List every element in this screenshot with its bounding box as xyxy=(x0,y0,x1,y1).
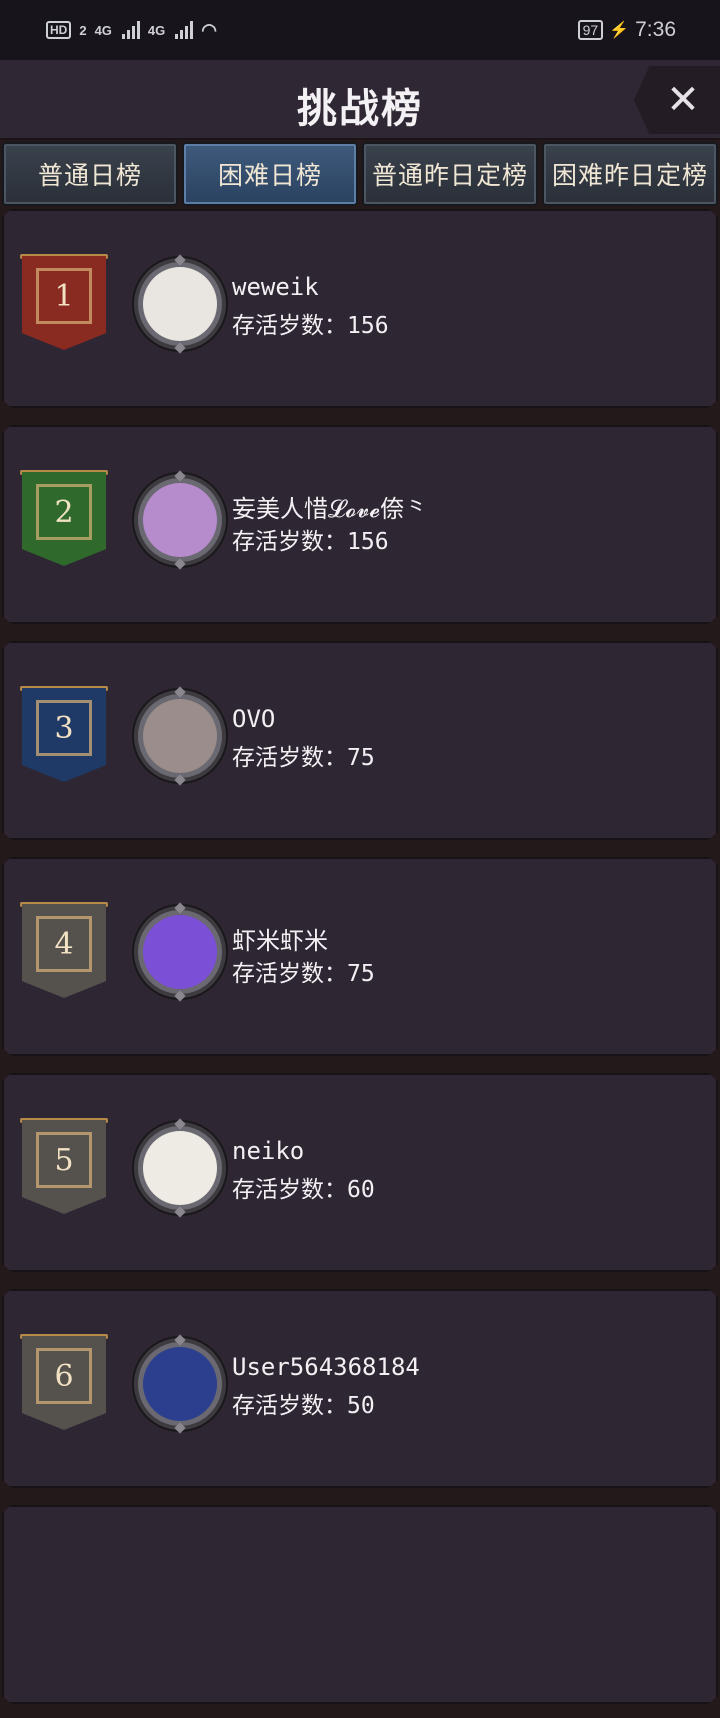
tab-hard-daily[interactable]: 困难日榜 xyxy=(182,142,358,206)
status-left: HD 2 4G 4G ◠ xyxy=(46,20,217,41)
age-label: 存活岁数： xyxy=(232,961,347,987)
rank-banner: 1 xyxy=(22,256,106,350)
tab-normal-daily[interactable]: 普通日榜 xyxy=(2,142,178,206)
leaderboard-list: 1 weweik 存活岁数：156 2 妄美人惜𝓛𝓸𝓿𝓮倷⺀ 存活岁数： 1 5 6 … xyxy=(0,206,720,1718)
avatar xyxy=(143,915,217,989)
rank-banner: 2 xyxy=(22,472,106,566)
age-value: 75 xyxy=(347,961,375,987)
close-button[interactable]: ✕ xyxy=(634,66,720,134)
leaderboard-row[interactable]: 5 neiko 存活岁数：60 xyxy=(0,1070,720,1286)
leaderboard-row[interactable]: 2 妄美人惜𝓛𝓸𝓿𝓮倷⺀ 存活岁数：156 xyxy=(0,422,720,638)
clock: 7:36 xyxy=(635,18,676,41)
avatar-frame[interactable] xyxy=(134,1338,226,1430)
charging-icon: ⚡ xyxy=(609,22,630,39)
network-type-2: 4G xyxy=(147,22,166,38)
row-card xyxy=(2,1505,718,1704)
survival-age: 存活岁数：156 xyxy=(232,522,389,556)
avatar-frame[interactable] xyxy=(134,690,226,782)
status-right: 97 ⚡ 7:36 xyxy=(577,18,676,42)
rank-number: 4 xyxy=(36,916,92,972)
close-icon: ✕ xyxy=(666,77,700,123)
leaderboard-row-partial[interactable] xyxy=(0,1502,720,1718)
wifi-icon: ◠ xyxy=(201,19,217,40)
age-value: 60 xyxy=(347,1177,375,1203)
status-bar: HD 2 4G 4G ◠ 97 ⚡ 7:36 xyxy=(0,0,720,60)
rank-number: 1 xyxy=(36,268,92,324)
player-name: weweik xyxy=(232,273,319,301)
network-type-1: 4G xyxy=(94,22,112,38)
avatar xyxy=(143,1131,217,1205)
page-title: 挑战榜 xyxy=(297,86,423,132)
avatar xyxy=(143,699,217,773)
signal-icon-2 xyxy=(175,21,194,39)
rank-number: 5 xyxy=(36,1132,92,1188)
rank-banner: 6 xyxy=(22,1336,106,1430)
player-name: 虾米虾米 xyxy=(232,927,328,955)
leaderboard-row[interactable]: 6 User564368184 存活岁数：50 xyxy=(0,1286,720,1502)
rank-number: 2 xyxy=(36,484,92,540)
rank-number: 6 xyxy=(36,1348,92,1404)
leaderboard-row[interactable]: 4 虾米虾米 存活岁数：75 xyxy=(0,854,720,1070)
player-name: User564368184 xyxy=(232,1353,420,1381)
survival-age: 存活岁数：60 xyxy=(232,1170,375,1204)
leaderboard-row[interactable]: 3 OVO 存活岁数：75 xyxy=(0,638,720,854)
avatar-frame[interactable] xyxy=(134,906,226,998)
rank-banner: 5 xyxy=(22,1120,106,1214)
avatar-frame[interactable] xyxy=(134,474,226,566)
hd-sub-label: 2 xyxy=(79,22,87,38)
age-label: 存活岁数： xyxy=(232,745,347,771)
tab-normal-yesterday-final[interactable]: 普通昨日定榜 xyxy=(362,142,538,206)
age-value: 75 xyxy=(347,745,375,771)
age-label: 存活岁数： xyxy=(232,313,347,339)
hd-icon: HD xyxy=(46,21,72,39)
age-label: 存活岁数： xyxy=(232,529,347,555)
survival-age: 存活岁数：75 xyxy=(232,738,375,772)
leaderboard-row[interactable]: 1 weweik 存活岁数：156 xyxy=(0,206,720,422)
tab-hard-yesterday-final[interactable]: 困难昨日定榜 xyxy=(542,142,718,206)
survival-age: 存活岁数：50 xyxy=(232,1386,375,1420)
avatar-frame[interactable] xyxy=(134,1122,226,1214)
player-name: neiko xyxy=(232,1137,305,1165)
age-value: 50 xyxy=(347,1393,375,1419)
survival-age: 存活岁数：75 xyxy=(232,954,375,988)
rank-banner: 3 xyxy=(22,688,106,782)
rank-number: 3 xyxy=(36,700,92,756)
age-label: 存活岁数： xyxy=(232,1393,347,1419)
player-name: OVO xyxy=(232,705,276,733)
signal-icon xyxy=(121,21,140,39)
survival-age: 存活岁数：156 xyxy=(232,306,389,340)
age-value: 156 xyxy=(347,313,389,339)
rank-banner: 4 xyxy=(22,904,106,998)
avatar xyxy=(143,267,217,341)
player-name: 妄美人惜𝓛𝓸𝓿𝓮倷⺀ xyxy=(232,495,429,523)
avatar xyxy=(143,1347,217,1421)
header: 挑战榜 ✕ xyxy=(0,60,720,140)
battery-icon: 97 xyxy=(577,20,604,40)
age-value: 156 xyxy=(347,529,389,555)
tab-bar: 普通日榜 困难日榜 普通昨日定榜 困难昨日定榜 xyxy=(0,142,720,206)
avatar xyxy=(143,483,217,557)
avatar-frame[interactable] xyxy=(134,258,226,350)
age-label: 存活岁数： xyxy=(232,1177,347,1203)
